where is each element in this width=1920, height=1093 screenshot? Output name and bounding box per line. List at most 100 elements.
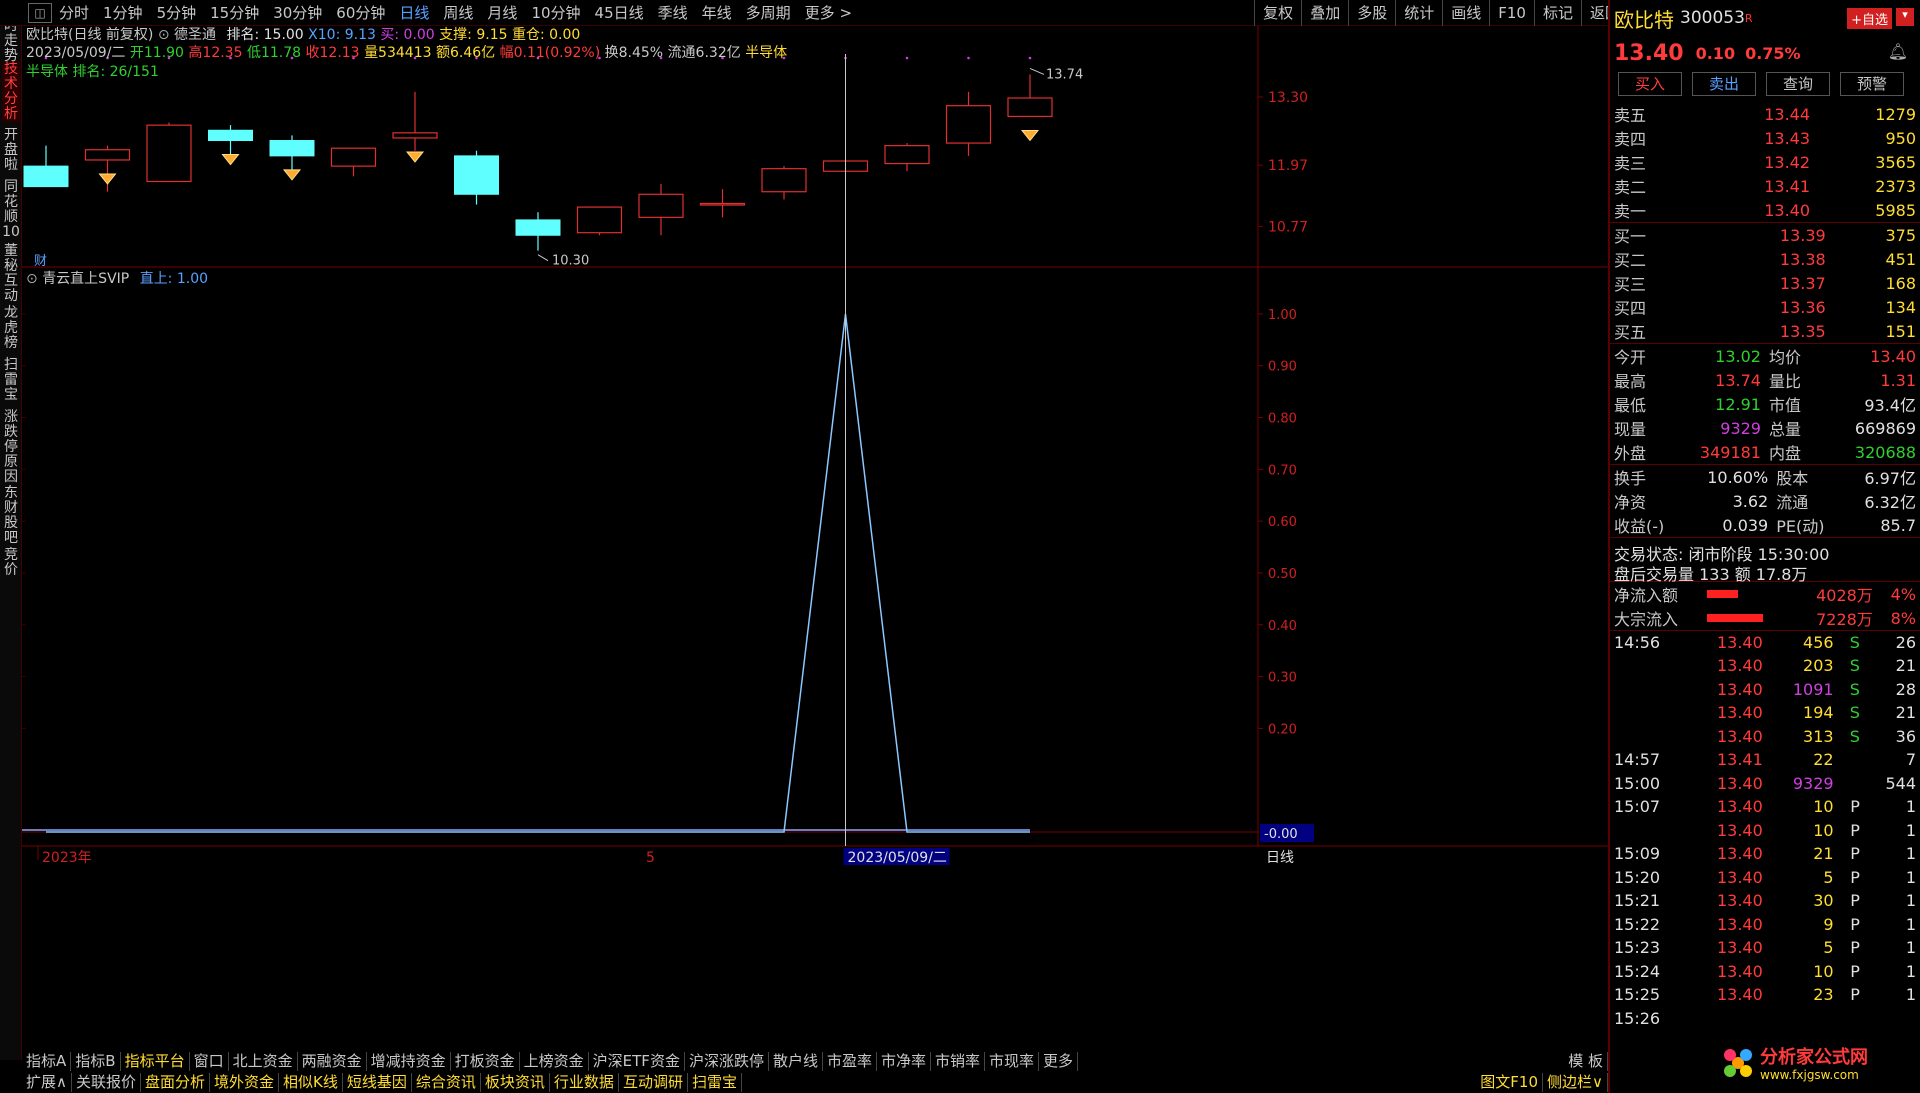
order-book-row[interactable]: 买一 13.39 375 <box>1610 223 1920 248</box>
timeframe-tab[interactable]: 45日线 <box>588 2 651 23</box>
bell-icon[interactable]: 🔔︎ <box>1888 42 1908 61</box>
indicator-tab[interactable]: 市盈率 <box>823 1052 877 1071</box>
order-book-row[interactable]: 买五 13.35 151 <box>1610 319 1920 343</box>
side-panel-tab[interactable]: 侧边栏∨ <box>1543 1073 1608 1092</box>
extension-tab[interactable]: 综合资讯 <box>412 1073 481 1092</box>
order-book-row[interactable]: 买二 13.38 451 <box>1610 247 1920 271</box>
side-panel-tab[interactable]: 图文F10 <box>1476 1073 1544 1092</box>
trade-button[interactable]: 查询 <box>1766 72 1830 96</box>
indicator-tab[interactable]: 窗口 <box>190 1052 229 1071</box>
timeframe-tab[interactable]: 周线 <box>436 2 480 23</box>
indicator-toggle-icon-2[interactable]: ⊙ <box>26 271 38 287</box>
chart-tool-button[interactable]: 画线 <box>1442 0 1489 26</box>
order-book-row[interactable]: 买四 13.36 134 <box>1610 295 1920 319</box>
chart-tool-button[interactable]: 复权 <box>1254 0 1301 26</box>
extension-tab[interactable]: 关联报价 <box>72 1073 141 1092</box>
timeframe-tab[interactable]: 季线 <box>651 2 695 23</box>
indicator-tab[interactable]: 指标A <box>22 1052 72 1071</box>
indicator-tab[interactable]: 散户线 <box>769 1052 823 1071</box>
indicator-tab[interactable]: 北上资金 <box>229 1052 298 1071</box>
trade-button[interactable]: 预警 <box>1840 72 1904 96</box>
extension-tab[interactable]: 境外资金 <box>210 1073 280 1092</box>
diamond-signal-icon <box>221 154 240 166</box>
timeframe-tab[interactable]: 日线 <box>392 2 436 23</box>
chart-tool-button[interactable]: F10 <box>1489 0 1534 26</box>
template-button[interactable]: 模 板 <box>1564 1052 1608 1071</box>
indicator-tab[interactable]: 增减持资金 <box>367 1052 451 1071</box>
indicator-tab[interactable]: 指标B <box>71 1052 121 1071</box>
timeframe-tab[interactable]: 分时 <box>52 2 96 23</box>
indicator-tab[interactable]: 更多 <box>1039 1052 1079 1071</box>
side-tab[interactable]: 竞价 <box>2 548 20 578</box>
trade-button[interactable]: 卖出 <box>1692 72 1756 96</box>
candle-body <box>515 219 561 236</box>
menu-toggle-button[interactable]: ◫ <box>28 2 52 23</box>
extension-tab[interactable]: 扫雷宝 <box>688 1073 742 1092</box>
side-tab[interactable]: 同花顺10 <box>2 180 20 240</box>
tick-table[interactable]: 14:56 13.40 456 S 26 13.40 203 S 21 13.40 1091 S 28 1… <box>1610 630 1920 1030</box>
chart-tool-button[interactable]: 标记 <box>1533 0 1581 26</box>
add-favorite-button[interactable]: +自选 <box>1847 8 1892 29</box>
side-tab[interactable]: 董秘互动 <box>2 244 20 304</box>
chart-tool-button[interactable]: 多股 <box>1348 0 1395 26</box>
tick-time <box>1610 819 1689 843</box>
tick-volume <box>1767 1007 1838 1031</box>
block-inflow-pct: 8% <box>1890 608 1916 628</box>
indicator-tab[interactable]: 市销率 <box>931 1052 986 1071</box>
timeframe-tab[interactable]: 1分钟 <box>96 2 150 23</box>
timeframe-tab[interactable]: 10分钟 <box>524 2 587 23</box>
indicator-tab[interactable]: 打板资金 <box>451 1052 520 1071</box>
chevron-down-icon[interactable]: ▾ <box>1896 8 1914 26</box>
trade-button[interactable]: 买入 <box>1618 72 1682 96</box>
side-tab[interactable]: 扫雷宝 <box>2 358 20 403</box>
extension-tab[interactable]: 板块资讯 <box>481 1073 550 1092</box>
indicator-tab[interactable]: 沪深涨跌停 <box>685 1052 769 1071</box>
side-tab[interactable]: 技术分析 <box>2 62 20 122</box>
timeframe-tab[interactable]: 更多 > <box>798 2 859 23</box>
side-tab[interactable]: 东财股吧 <box>2 486 20 546</box>
timeframe-tab[interactable]: 60分钟 <box>329 2 392 23</box>
side-tab[interactable]: 涨跌停原因 <box>2 410 20 485</box>
indicator-tab[interactable]: 上榜资金 <box>520 1052 589 1071</box>
extension-tab[interactable]: 盘面分析 <box>141 1073 211 1092</box>
order-book-row[interactable]: 卖四 13.43 950 <box>1610 126 1920 150</box>
order-book-row[interactable]: 卖三 13.42 3565 <box>1610 150 1920 174</box>
order-book-row[interactable]: 卖一 13.40 5985 <box>1610 198 1920 222</box>
chart-area[interactable]: 13.30 11.97 10.77 1.00 0.90 0.80 0.70 0.60 0.50 0… <box>22 26 1608 1036</box>
tick-count: 1 <box>1905 961 1916 981</box>
indicator-tab[interactable]: 沪深ETF资金 <box>589 1052 685 1071</box>
chart-tool-button[interactable]: 叠加 <box>1301 0 1348 26</box>
extension-tab[interactable]: 相似K线 <box>279 1073 343 1092</box>
timeframe-tab[interactable]: 5分钟 <box>150 2 204 23</box>
tick-price: 13.40 <box>1716 891 1763 911</box>
extension-tab[interactable]: 扩展∧ <box>22 1073 72 1092</box>
book-volume: 950 <box>1885 128 1916 148</box>
stats-row: 外盘 349181 内盘 320688 <box>1610 440 1920 464</box>
order-book-row[interactable]: 买三 13.37 168 <box>1610 271 1920 295</box>
side-tab[interactable]: 龙虎榜 <box>2 306 20 351</box>
timeframe-tab[interactable]: 15分钟 <box>203 2 266 23</box>
stat-label: 量比 <box>1768 372 1801 391</box>
order-book-row[interactable]: 卖五 13.44 1279 <box>1610 102 1920 126</box>
side-tab[interactable]: 开盘啦 <box>2 128 20 173</box>
indicator-toggle-icon[interactable]: ⊙ <box>158 27 170 43</box>
finance-badge[interactable]: 财 <box>34 250 47 269</box>
extension-tab[interactable]: 短线基因 <box>343 1073 412 1092</box>
timeframe-tab[interactable]: 多周期 <box>739 2 798 23</box>
indicator-tab[interactable]: 两融资金 <box>298 1052 367 1071</box>
order-book-row[interactable]: 卖二 13.41 2373 <box>1610 174 1920 198</box>
heavy-value: 重仓: 0.00 <box>511 27 581 43</box>
extension-tab[interactable]: 互动调研 <box>619 1073 688 1092</box>
indicator-tab[interactable]: 指标平台 <box>121 1052 190 1071</box>
chart-canvas[interactable]: 13.30 11.97 10.77 1.00 0.90 0.80 0.70 0.60 0.50 0… <box>22 26 1608 1036</box>
stat-value: 13.02 <box>1715 346 1761 366</box>
candle-body <box>761 168 807 193</box>
extension-tab[interactable]: 行业数据 <box>550 1073 619 1092</box>
indicator-tab[interactable]: 市现率 <box>985 1052 1040 1071</box>
chart-tool-button[interactable]: 统计 <box>1395 0 1442 26</box>
timeframe-tab[interactable]: 月线 <box>480 2 524 23</box>
timeframe-tab[interactable]: 30分钟 <box>266 2 329 23</box>
left-tab-strip: 分时走势技术分析开盘啦同花顺10董秘互动龙虎榜扫雷宝涨跌停原因东财股吧竞价 <box>0 0 22 1060</box>
indicator-tab[interactable]: 市净率 <box>877 1052 932 1071</box>
timeframe-tab[interactable]: 年线 <box>695 2 739 23</box>
